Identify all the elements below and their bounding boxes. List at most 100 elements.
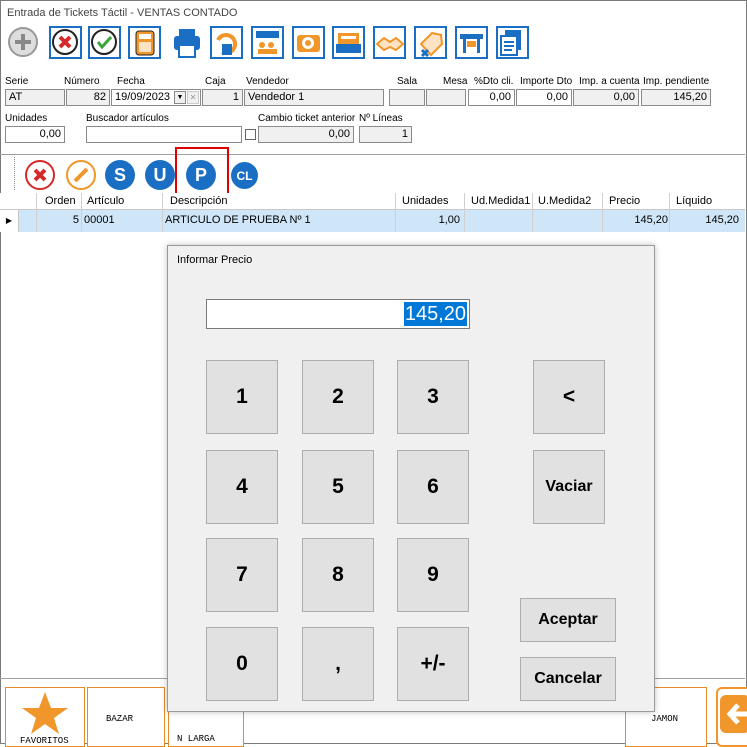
cash-register-icon[interactable] bbox=[332, 26, 365, 59]
n-larga-label: N LARGA bbox=[177, 734, 215, 744]
unidades-field[interactable]: 0,00 bbox=[5, 126, 65, 143]
col-precio[interactable]: Precio bbox=[609, 195, 640, 207]
favorites-label: FAVORITOS bbox=[20, 736, 69, 746]
buscador-input[interactable] bbox=[86, 126, 242, 143]
discount-tag-icon[interactable] bbox=[414, 26, 447, 59]
grid-divider bbox=[36, 193, 37, 232]
printer-icon[interactable] bbox=[170, 26, 203, 59]
col-unidades[interactable]: Unidades bbox=[402, 195, 448, 207]
section-divider bbox=[0, 154, 745, 155]
sala-field[interactable] bbox=[389, 89, 425, 106]
imp-cuenta-field[interactable]: 0,00 bbox=[573, 89, 639, 106]
price-value: 145,20 bbox=[403, 302, 467, 326]
fecha-value: 19/09/2023 bbox=[115, 91, 171, 103]
fecha-label: Fecha bbox=[117, 76, 145, 87]
nlineas-field[interactable]: 1 bbox=[359, 126, 412, 143]
key-7[interactable]: 7 bbox=[206, 538, 278, 612]
cl-button[interactable]: CL bbox=[231, 162, 258, 189]
numero-label: Número bbox=[64, 76, 100, 87]
dialog-title: Informar Precio bbox=[177, 254, 253, 266]
star-icon bbox=[20, 690, 70, 739]
serie-field[interactable]: AT bbox=[5, 89, 65, 106]
key-8[interactable]: 8 bbox=[302, 538, 374, 612]
vendedor-field[interactable]: Vendedor 1 bbox=[244, 89, 384, 106]
jamon-label: JAMON bbox=[651, 714, 679, 724]
cambio-checkbox[interactable] bbox=[245, 129, 256, 140]
caja-label: Caja bbox=[205, 76, 226, 87]
key-3[interactable]: 3 bbox=[397, 360, 469, 434]
key-comma[interactable]: , bbox=[302, 627, 374, 701]
edit-line-icon[interactable] bbox=[66, 160, 96, 190]
grid-divider bbox=[669, 193, 670, 232]
bazar-label: BAZAR bbox=[106, 714, 134, 724]
cambio-label: Cambio ticket anterior bbox=[258, 113, 356, 124]
cell-liquido: 145,20 bbox=[705, 214, 739, 226]
cell-unidades: 1,00 bbox=[438, 214, 460, 226]
imp-cuenta-label: Imp. a cuenta bbox=[579, 76, 640, 87]
key-4[interactable]: 4 bbox=[206, 450, 278, 524]
delete-line-icon[interactable] bbox=[25, 160, 55, 190]
window-title: Entrada de Tickets Táctil - VENTAS CONTA… bbox=[7, 7, 238, 19]
grid-divider bbox=[162, 193, 163, 232]
handshake-icon[interactable] bbox=[373, 26, 406, 59]
cambio-field[interactable]: 0,00 bbox=[258, 126, 354, 143]
col-liquido[interactable]: Líquido bbox=[676, 195, 712, 207]
mesa-field[interactable] bbox=[426, 89, 466, 106]
sala-label: Sala bbox=[397, 76, 418, 87]
toolbar-grip bbox=[14, 157, 17, 190]
camera-icon[interactable] bbox=[292, 26, 325, 59]
col-ud-medida1[interactable]: Ud.Medida1 bbox=[471, 195, 530, 207]
table-icon[interactable] bbox=[455, 26, 488, 59]
accept-button[interactable]: Aceptar bbox=[520, 598, 616, 642]
accept-icon[interactable] bbox=[88, 26, 121, 59]
grid-divider bbox=[532, 193, 533, 232]
cell-precio: 145,20 bbox=[634, 214, 668, 226]
key-5[interactable]: 5 bbox=[302, 450, 374, 524]
key-2[interactable]: 2 bbox=[302, 360, 374, 434]
buscador-label: Buscador artículos bbox=[86, 113, 169, 124]
importe-dto-label: Importe Dto bbox=[520, 76, 573, 87]
nlineas-label: Nº Líneas bbox=[359, 113, 403, 124]
serie-label: Serie bbox=[5, 76, 29, 87]
calculator-icon[interactable] bbox=[128, 26, 161, 59]
key-sign[interactable]: +/- bbox=[397, 627, 469, 701]
key-1[interactable]: 1 bbox=[206, 360, 278, 434]
clear-button[interactable]: Vaciar bbox=[533, 450, 605, 524]
grid-divider bbox=[81, 193, 82, 232]
mesa-label: Mesa bbox=[443, 76, 468, 87]
row-selector-icon[interactable]: ▶ bbox=[0, 210, 19, 232]
backspace-button[interactable]: < bbox=[533, 360, 605, 434]
add-icon[interactable] bbox=[7, 26, 40, 59]
s-button[interactable]: S bbox=[105, 160, 135, 190]
col-ud-medida2[interactable]: U.Medida2 bbox=[538, 195, 591, 207]
imp-pendiente-field[interactable]: 145,20 bbox=[641, 89, 711, 106]
u-button[interactable]: U bbox=[145, 160, 175, 190]
numero-field[interactable]: 82 bbox=[66, 89, 110, 106]
document-copy-icon[interactable] bbox=[496, 26, 529, 59]
col-articulo[interactable]: Artículo bbox=[87, 195, 124, 207]
date-clear-icon[interactable]: ✕ bbox=[187, 91, 199, 104]
group-icon[interactable] bbox=[251, 26, 284, 59]
key-0[interactable]: 0 bbox=[206, 627, 278, 701]
scroll-left-button[interactable] bbox=[716, 687, 747, 747]
caja-field[interactable]: 1 bbox=[202, 89, 243, 106]
cell-orden: 5 bbox=[72, 214, 79, 226]
unidades-label: Unidades bbox=[5, 113, 48, 124]
col-descripcion[interactable]: Descripción bbox=[170, 195, 227, 207]
grid-divider bbox=[395, 193, 396, 232]
grid-divider bbox=[464, 193, 465, 232]
grid-divider bbox=[602, 193, 603, 232]
importe-dto-field[interactable]: 0,00 bbox=[516, 89, 572, 106]
return-icon[interactable] bbox=[210, 26, 243, 59]
dto-label: %Dto cli. bbox=[474, 76, 514, 87]
col-orden[interactable]: Orden bbox=[45, 195, 76, 207]
date-dropdown-icon[interactable]: ▼ bbox=[174, 91, 186, 104]
dto-field[interactable]: 0,00 bbox=[468, 89, 515, 106]
price-input[interactable]: 145,20 bbox=[206, 299, 470, 329]
imp-pendiente-label: Imp. pendiente bbox=[643, 76, 710, 87]
cancel-icon[interactable] bbox=[49, 26, 82, 59]
key-9[interactable]: 9 bbox=[397, 538, 469, 612]
cell-descripcion: ARTICULO DE PRUEBA Nº 1 bbox=[165, 214, 311, 226]
key-6[interactable]: 6 bbox=[397, 450, 469, 524]
cancel-button[interactable]: Cancelar bbox=[520, 657, 616, 701]
